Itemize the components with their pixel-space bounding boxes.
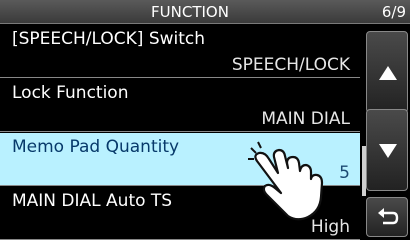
touch-hand-icon bbox=[248, 141, 324, 221]
triangle-up-icon bbox=[379, 66, 397, 80]
menu-item-label: [SPEECH/LOCK] Switch bbox=[12, 29, 206, 49]
menu-item-speech-lock-switch[interactable]: [SPEECH/LOCK] Switch SPEECH/LOCK bbox=[0, 25, 360, 78]
function-menu-screen: FUNCTION 6/9 [SPEECH/LOCK] Switch SPEECH… bbox=[0, 0, 410, 240]
back-button[interactable] bbox=[366, 197, 408, 237]
menu-item-label: Lock Function bbox=[12, 83, 129, 103]
title-bar: FUNCTION 6/9 bbox=[0, 0, 410, 24]
scroll-down-button[interactable] bbox=[366, 109, 408, 191]
side-controls bbox=[362, 25, 410, 240]
return-arrow-icon bbox=[378, 208, 399, 225]
menu-title: FUNCTION bbox=[151, 3, 229, 21]
menu-item-value: 5 bbox=[339, 163, 350, 183]
page-indicator: 6/9 bbox=[381, 3, 406, 21]
menu-item-label: Memo Pad Quantity bbox=[12, 137, 180, 157]
menu-item-value: MAIN DIAL bbox=[261, 109, 350, 129]
menu-item-lock-function[interactable]: Lock Function MAIN DIAL bbox=[0, 79, 360, 132]
scroll-up-button[interactable] bbox=[366, 31, 408, 113]
menu-item-label: MAIN DIAL Auto TS bbox=[12, 191, 173, 211]
triangle-down-icon bbox=[379, 144, 397, 158]
menu-item-value: SPEECH/LOCK bbox=[231, 55, 350, 75]
